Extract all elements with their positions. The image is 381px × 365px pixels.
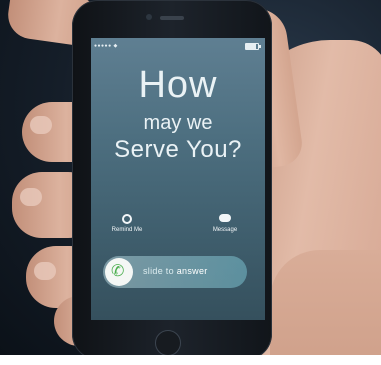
battery-level: [246, 44, 257, 49]
message-button[interactable]: Message: [195, 214, 255, 233]
bottom-border: [0, 355, 381, 365]
headline-how: How: [138, 64, 218, 106]
headline-may-we: may we: [143, 112, 213, 134]
answer-knob[interactable]: ✆: [105, 258, 133, 286]
hand-wrist: [270, 250, 381, 365]
signal-icon: ●●●●● ◆: [94, 43, 118, 49]
slide-to-answer-text: slide to answer: [143, 266, 208, 276]
remind-me-label: Remind Me: [111, 227, 143, 233]
phone-handset-icon: ✆: [111, 263, 125, 280]
earpiece-speaker: [160, 16, 184, 20]
message-bubble-icon: [219, 214, 231, 222]
home-button[interactable]: [155, 330, 181, 356]
headline-serve-you: Serve You?: [114, 136, 242, 163]
phone-screen: ●●●●● ◆ How may we Serve You? Remind Me …: [91, 38, 265, 320]
alarm-clock-icon: [122, 214, 132, 224]
slide-prefix: slide to: [143, 266, 174, 276]
battery-icon: [245, 43, 261, 50]
slide-to-answer-slider[interactable]: ✆ slide to answer: [103, 256, 247, 288]
remind-me-button[interactable]: Remind Me: [97, 214, 157, 233]
message-label: Message: [212, 227, 238, 233]
slide-emphasis: answer: [176, 266, 208, 276]
status-bar: ●●●●● ◆: [91, 38, 265, 50]
photo-scene: ●●●●● ◆ How may we Serve You? Remind Me …: [0, 0, 381, 365]
front-camera-icon: [146, 14, 152, 20]
